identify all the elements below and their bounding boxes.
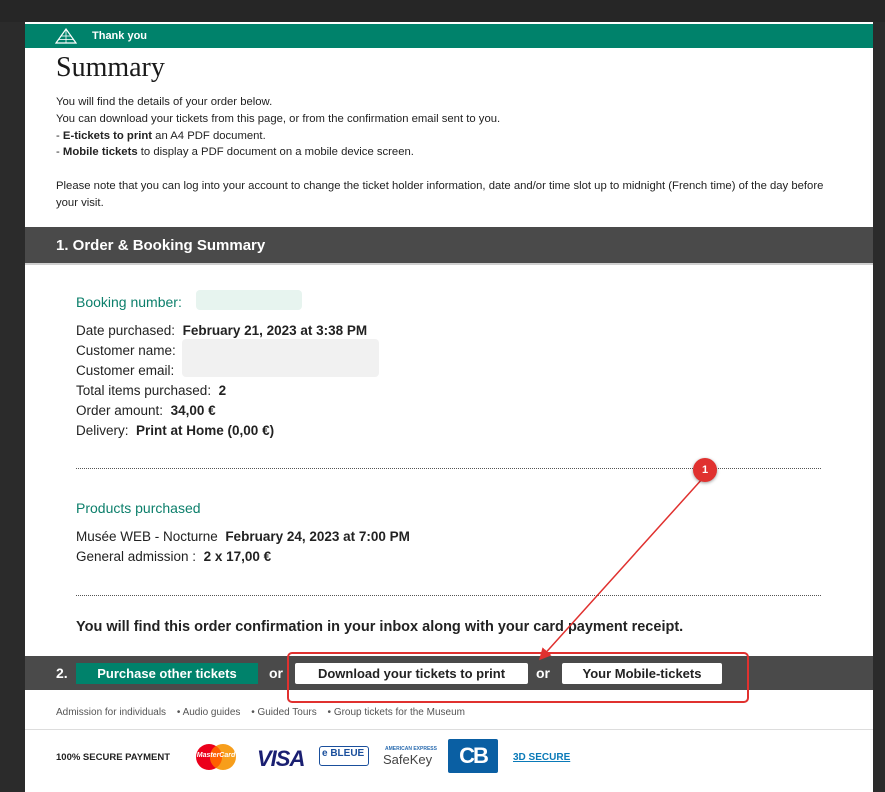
admission-label: General admission : [76, 549, 197, 564]
mobile-rest: to display a PDF document on a mobile de… [137, 146, 414, 159]
product-name: Musée WEB - Nocturne [76, 529, 218, 544]
intro-line-1: You will find the details of your order … [56, 96, 273, 108]
product-row: Musée WEB - Nocturne February 24, 2023 a… [76, 527, 410, 547]
booking-number-redacted [196, 290, 302, 310]
e-bleue-icon: e BLEUE [319, 746, 369, 766]
3d-secure-link[interactable]: 3D SECURE [513, 752, 570, 763]
customer-info-redacted [182, 339, 379, 377]
footer-links: Admission for individuals • Audio guides… [56, 707, 473, 718]
e-bleue-text: e BLEUE [322, 748, 365, 759]
items-label: Total items purchased: [76, 383, 212, 398]
products-list: Musée WEB - Nocturne February 24, 2023 a… [76, 527, 410, 567]
purchase-other-tickets-button[interactable]: Purchase other tickets [76, 663, 258, 684]
section-divider [25, 263, 873, 265]
step-number: 2. [56, 665, 68, 681]
browser-top-bar [0, 0, 885, 22]
page-title: Summary [56, 52, 165, 83]
admission-row: General admission : 2 x 17,00 € [76, 547, 410, 567]
section-order-booking-summary: 1. Order & Booking Summary [25, 227, 873, 263]
intro-text: You will find the details of your order … [56, 94, 846, 212]
mastercard-text: MasterCard [196, 752, 236, 759]
name-label: Customer name: [76, 343, 176, 358]
footer-link[interactable]: Admission for individuals [56, 707, 166, 718]
confirmation-text: You will find this order confirmation in… [76, 619, 684, 635]
footer-link[interactable]: • Guided Tours [251, 707, 317, 718]
safekey-text: SafeKey [383, 752, 433, 767]
footer-link[interactable]: • Audio guides [177, 707, 241, 718]
right-gutter [873, 22, 885, 792]
intro-line-eticket: - E-tickets to print an A4 PDF document. [56, 129, 266, 142]
pyramid-logo-icon [55, 27, 77, 44]
annotation-highlight-box [287, 652, 749, 703]
product-date: February 24, 2023 at 7:00 PM [225, 529, 410, 544]
or-separator: or [269, 665, 283, 681]
secure-payment-label: 100% SECURE PAYMENT [56, 752, 171, 763]
annotation-number-badge: 1 [693, 458, 717, 482]
footer-divider [25, 729, 873, 730]
delivery-row: Delivery: Print at Home (0,00 €) [76, 421, 367, 441]
date-label: Date purchased: [76, 323, 176, 338]
products-purchased-label: Products purchased [76, 500, 201, 516]
items-value: 2 [218, 383, 227, 398]
eticket-bold: E-tickets to print [62, 129, 153, 142]
header-label: Thank you [92, 30, 148, 42]
amount-label: Order amount: [76, 403, 164, 418]
delivery-label: Delivery: [76, 423, 129, 438]
date-purchased-row: Date purchased: February 21, 2023 at 3:3… [76, 321, 367, 341]
safekey-icon: AMERICAN EXPRESS SafeKey [383, 744, 443, 774]
visa-icon: VISA [257, 746, 305, 771]
delivery-value: Print at Home (0,00 €) [136, 423, 275, 438]
intro-line-2: You can download your tickets from this … [56, 112, 501, 125]
dotted-divider [76, 595, 821, 596]
intro-note: Please note that you can log into your a… [56, 179, 824, 209]
cb-icon: CB [448, 739, 498, 773]
total-items-row: Total items purchased: 2 [76, 381, 367, 401]
cb-text: CB [459, 743, 489, 768]
intro-spacer [56, 161, 846, 178]
amount-value: 34,00 € [170, 403, 216, 418]
intro-line-mobile: - Mobile tickets to display a PDF docume… [56, 146, 414, 159]
date-value: February 21, 2023 at 3:38 PM [182, 323, 368, 338]
thank-you-header: Thank you [25, 24, 873, 48]
mastercard-icon: MasterCard [193, 742, 239, 772]
section-title: 1. Order & Booking Summary [56, 237, 266, 254]
mobile-bold: Mobile tickets [62, 146, 138, 159]
booking-number-label: Booking number: [76, 294, 182, 310]
order-amount-row: Order amount: 34,00 € [76, 401, 367, 421]
footer-link[interactable]: • Group tickets for the Museum [328, 707, 465, 718]
eticket-rest: an A4 PDF document. [152, 129, 266, 142]
email-label: Customer email: [76, 363, 175, 378]
admission-value: 2 x 17,00 € [203, 549, 272, 564]
